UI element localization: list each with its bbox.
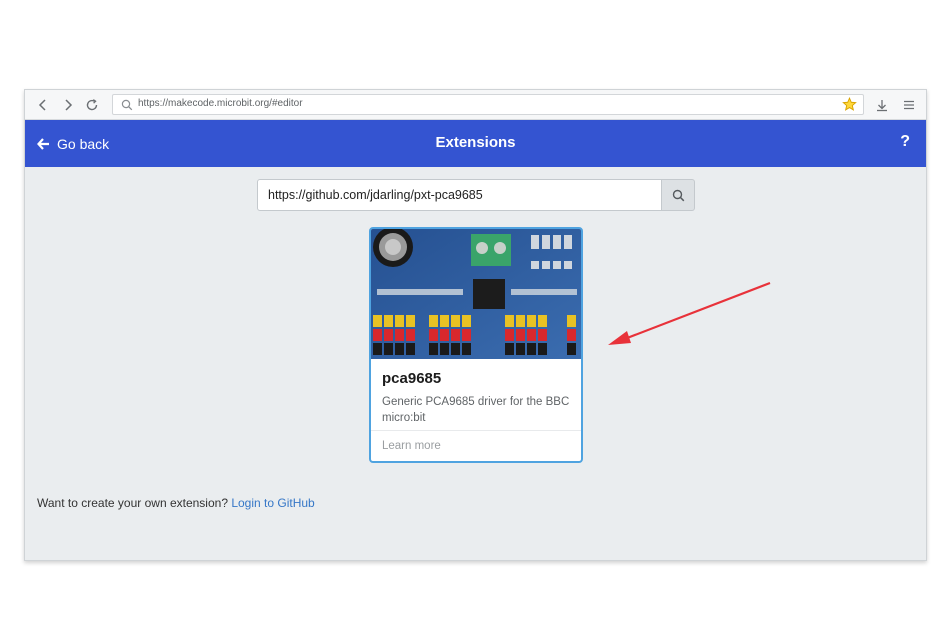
extension-search (257, 179, 695, 211)
login-github-link[interactable]: Login to GitHub (231, 496, 314, 510)
chevron-right-icon[interactable] (59, 96, 77, 114)
help-icon[interactable]: ? (900, 133, 910, 151)
learn-more-link[interactable]: Learn more (382, 440, 441, 452)
extension-title: pca9685 (382, 370, 442, 387)
extension-description: Generic PCA9685 driver for the BBC micro… (382, 396, 570, 424)
create-extension-text: Want to create your own extension? (37, 496, 232, 510)
star-icon[interactable] (842, 97, 857, 112)
hamburger-menu-icon[interactable] (900, 96, 918, 114)
card-divider (371, 430, 581, 431)
pca9685-board-image (371, 229, 581, 359)
search-icon (121, 99, 133, 111)
browser-toolbar: https://makecode.microbit.org/#editor (25, 90, 926, 120)
address-bar-url: https://makecode.microbit.org/#editor (138, 98, 303, 109)
extensions-header: Go back Extensions ? (25, 120, 926, 167)
search-button[interactable] (662, 179, 695, 211)
create-extension-prompt: Want to create your own extension? Login… (37, 496, 315, 510)
download-icon[interactable] (873, 96, 891, 114)
chevron-left-icon[interactable] (34, 96, 52, 114)
extension-card[interactable]: pca9685 Generic PCA9685 driver for the B… (369, 227, 583, 463)
page-title: Extensions (435, 134, 516, 151)
reload-icon[interactable] (83, 96, 101, 114)
browser-window: https://makecode.microbit.org/#editor Go… (24, 89, 927, 561)
address-bar[interactable]: https://makecode.microbit.org/#editor (112, 94, 864, 115)
search-input[interactable] (257, 179, 662, 211)
search-icon (672, 189, 684, 201)
